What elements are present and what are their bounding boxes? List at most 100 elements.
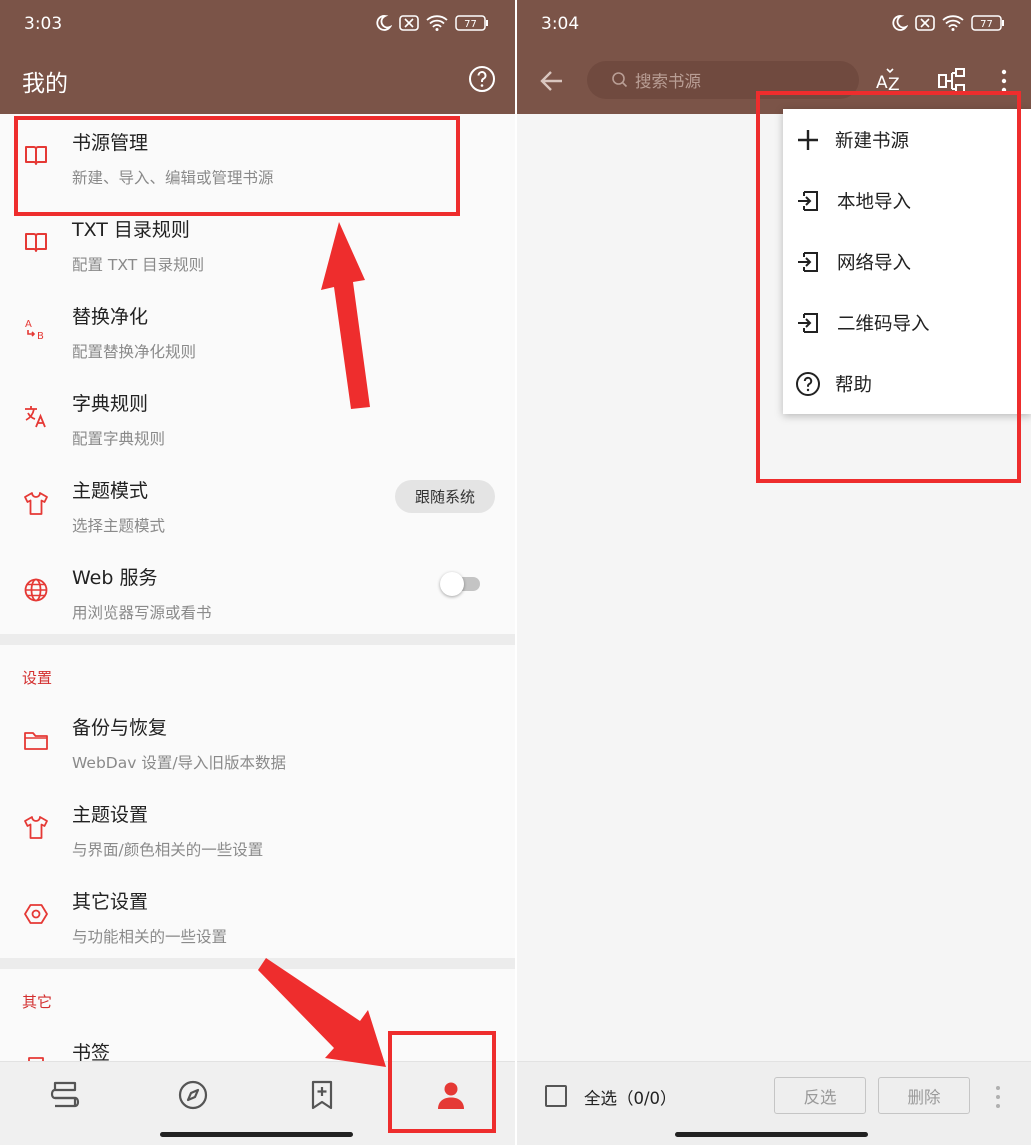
- import-icon: [798, 190, 818, 211]
- wifi-icon: [942, 15, 964, 31]
- status-time: 3:04: [541, 14, 580, 34]
- svg-text:A: A: [876, 73, 888, 93]
- sort-az-icon[interactable]: AZ: [875, 66, 905, 96]
- wifi-icon: [426, 15, 448, 31]
- battery-level: 77: [980, 19, 993, 30]
- search-input[interactable]: 搜索书源: [587, 61, 859, 99]
- plus-icon: [798, 129, 818, 150]
- select-all-checkbox[interactable]: [545, 1085, 567, 1107]
- item-subtitle: 新建、导入、编辑或管理书源: [72, 169, 274, 187]
- more-vert-icon[interactable]: [993, 1084, 1003, 1110]
- item-title: 字典规则: [72, 393, 149, 415]
- svg-text:B: B: [37, 331, 44, 342]
- home-indicator: [675, 1132, 868, 1137]
- home-indicator: [160, 1132, 353, 1137]
- menu-item-label: 二维码导入: [837, 313, 930, 335]
- sim-off-icon: [399, 15, 419, 31]
- menu-item-label: 本地导入: [837, 191, 912, 213]
- section-divider: [0, 958, 515, 969]
- item-title: 主题设置: [72, 804, 149, 826]
- list-item-backup[interactable]: 备份与恢复 WebDav 设置/导入旧版本数据: [0, 699, 515, 786]
- moon-icon: [376, 15, 392, 31]
- hexagon-gear-icon: [24, 904, 48, 924]
- menu-item-label: 帮助: [835, 374, 873, 396]
- select-all-label[interactable]: 全选（0/0）: [584, 1085, 677, 1109]
- item-title: 书源管理: [72, 132, 149, 154]
- section-divider: [0, 634, 515, 645]
- status-icons: 77: [890, 14, 1005, 32]
- folder-icon: [24, 732, 48, 750]
- list-item-web-service[interactable]: Web 服务 用浏览器写源或看书: [0, 549, 515, 636]
- item-title: 主题模式: [72, 480, 149, 502]
- list-item-other-settings[interactable]: 其它设置 与功能相关的一些设置: [0, 873, 515, 960]
- back-arrow-icon[interactable]: [539, 68, 565, 94]
- translate-icon: [25, 406, 46, 428]
- list-item-txt-rules[interactable]: TXT 目录规则 配置 TXT 目录规则: [0, 201, 515, 288]
- globe-icon: [24, 578, 48, 602]
- item-subtitle: 选择主题模式: [72, 517, 166, 535]
- help-circle-icon: [796, 371, 820, 396]
- moon-icon: [892, 15, 908, 31]
- search-icon: [612, 72, 628, 88]
- battery-level: 77: [464, 19, 477, 30]
- item-title: 替换净化: [72, 306, 149, 328]
- theme-mode-chip[interactable]: 跟随系统: [395, 480, 495, 513]
- item-title: 其它设置: [72, 891, 149, 913]
- svg-text:A: A: [25, 319, 32, 330]
- book-open-icon: [25, 146, 47, 165]
- replace-ab-icon: AB: [25, 319, 44, 342]
- web-service-switch[interactable]: [440, 572, 482, 596]
- svg-text:Z: Z: [888, 75, 900, 95]
- bookshelf-icon[interactable]: [48, 1078, 82, 1112]
- delete-button[interactable]: 删除: [878, 1077, 970, 1114]
- item-title: 备份与恢复: [72, 717, 168, 739]
- item-subtitle: 配置字典规则: [72, 430, 166, 448]
- help-icon[interactable]: [467, 64, 497, 94]
- section-label-other: 其它: [22, 993, 53, 1011]
- status-bar: 3:03 77: [0, 0, 515, 48]
- item-subtitle: 配置 TXT 目录规则: [72, 256, 205, 274]
- person-icon[interactable]: [434, 1078, 468, 1112]
- battery-icon: 77: [971, 15, 1004, 31]
- toolbar: 搜索书源 AZ: [517, 48, 1031, 114]
- menu-item-local-import[interactable]: 本地导入: [783, 170, 1031, 231]
- list-item-theme-settings[interactable]: 主题设置 与界面/颜色相关的一些设置: [0, 786, 515, 873]
- invert-selection-button[interactable]: 反选: [774, 1077, 866, 1114]
- item-title: Web 服务: [72, 567, 158, 589]
- bookmark-plus-icon[interactable]: [305, 1078, 339, 1112]
- status-bar: 3:04 77: [517, 0, 1031, 48]
- menu-item-label: 新建书源: [835, 130, 910, 152]
- item-title: TXT 目录规则: [72, 219, 190, 241]
- list-item-book-source[interactable]: 书源管理 新建、导入、编辑或管理书源: [0, 114, 515, 201]
- overflow-menu: 新建书源 本地导入 网络导入 二维码导入 帮助: [783, 109, 1031, 414]
- compass-icon[interactable]: [176, 1078, 210, 1112]
- list-item-replace[interactable]: AB 替换净化 配置替换净化规则: [0, 288, 515, 375]
- tshirt-icon: [24, 492, 48, 515]
- toolbar: 我的: [0, 48, 515, 114]
- menu-item-network-import[interactable]: 网络导入: [783, 231, 1031, 292]
- book-open-icon: [25, 233, 47, 252]
- bottom-action-bar: 全选（0/0） 反选 删除: [517, 1061, 1031, 1145]
- import-icon: [798, 251, 818, 272]
- left-screen: 3:03 77 我的 书源管理 新建、导入、编辑或管理书源 TXT 目录规则 配…: [0, 0, 515, 1145]
- right-screen: 3:04 77 搜索书源 AZ 新建书源 本地导入 网络导入 二维码导入 帮助 …: [517, 0, 1031, 1145]
- group-icon[interactable]: [937, 66, 967, 96]
- menu-item-qrcode-import[interactable]: 二维码导入: [783, 292, 1031, 353]
- section-label-settings: 设置: [22, 669, 53, 687]
- menu-item-label: 网络导入: [837, 252, 912, 274]
- item-subtitle: 与界面/颜色相关的一些设置: [72, 841, 264, 859]
- item-subtitle: 用浏览器写源或看书: [72, 604, 212, 622]
- menu-item-help[interactable]: 帮助: [783, 353, 1031, 414]
- sim-off-icon: [915, 15, 935, 31]
- status-time: 3:03: [24, 14, 63, 34]
- more-vert-icon[interactable]: [993, 66, 1023, 96]
- tshirt-icon: [24, 816, 48, 839]
- list-item-theme-mode[interactable]: 主题模式 选择主题模式 跟随系统: [0, 462, 515, 549]
- item-subtitle: 配置替换净化规则: [72, 343, 197, 361]
- item-subtitle: WebDav 设置/导入旧版本数据: [72, 754, 287, 772]
- list-item-dictionary[interactable]: 字典规则 配置字典规则: [0, 375, 515, 462]
- page-title: 我的: [22, 71, 68, 97]
- import-icon: [798, 312, 818, 333]
- menu-item-new-source[interactable]: 新建书源: [783, 109, 1031, 170]
- search-placeholder: 搜索书源: [635, 72, 701, 91]
